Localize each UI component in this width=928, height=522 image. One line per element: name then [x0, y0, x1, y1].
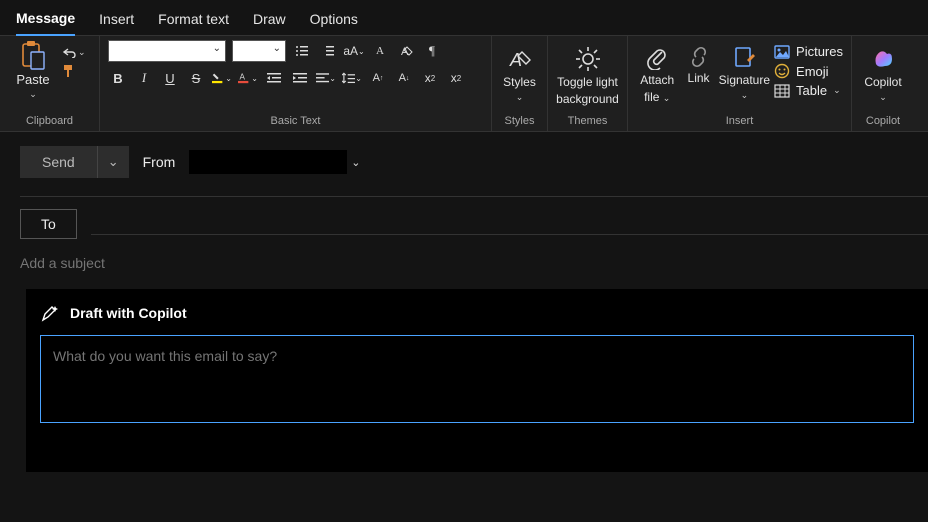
tab-options[interactable]: Options	[310, 7, 358, 35]
signature-button[interactable]: Signature ⌄	[719, 40, 770, 101]
theme-label-2: background	[556, 92, 619, 106]
group-label-styles: Styles	[500, 115, 539, 127]
emoji-button[interactable]: Emoji	[774, 63, 843, 79]
format-painter-button[interactable]	[62, 64, 86, 78]
underline-button[interactable]: U	[160, 68, 180, 88]
copilot-prompt-input[interactable]	[40, 335, 914, 423]
subscript-button[interactable]: x2	[420, 68, 440, 88]
align-button[interactable]: ⌄	[316, 68, 336, 88]
superscript-button[interactable]: x2	[446, 68, 466, 88]
paragraph-marks-button[interactable]: ¶	[422, 41, 442, 61]
send-button[interactable]: Send ⌄	[20, 146, 129, 178]
tab-message[interactable]: Message	[16, 6, 75, 36]
chevron-down-icon[interactable]: ⌄	[351, 156, 360, 169]
italic-button[interactable]: I	[134, 68, 154, 88]
font-shrink2-button[interactable]: A↓	[394, 68, 414, 88]
chevron-down-icon: ⌄	[29, 89, 37, 100]
group-label-themes: Themes	[556, 115, 619, 127]
group-label-basic-text: Basic Text	[108, 115, 483, 127]
ribbon: Paste ⌄ ⌄ Clipboard ⌄ ⌄ aA⌄	[0, 36, 928, 132]
undo-button[interactable]: ⌄	[62, 46, 86, 58]
copilot-button[interactable]: Copilot ⌄	[860, 40, 906, 103]
strikethrough-button[interactable]: S	[186, 68, 206, 88]
from-account-select[interactable]	[189, 150, 347, 174]
sun-icon	[575, 46, 601, 72]
group-copilot: Copilot ⌄ Copilot	[852, 36, 914, 131]
link-icon	[688, 46, 710, 68]
bullets-button[interactable]	[292, 41, 312, 61]
to-input[interactable]	[91, 213, 928, 235]
bold-button[interactable]: B	[108, 68, 128, 88]
compose-area: Send ⌄ From ⌄ To Draft with Copilot	[0, 132, 928, 472]
font-family-select[interactable]: ⌄	[108, 40, 226, 62]
subject-input[interactable]	[20, 255, 928, 271]
pictures-button[interactable]: Pictures	[774, 44, 843, 59]
link-button[interactable]: Link	[682, 40, 714, 85]
tab-format-text[interactable]: Format text	[158, 7, 229, 35]
pictures-icon	[774, 45, 790, 59]
font-grow-button[interactable]: A↑	[368, 68, 388, 88]
clipboard-paste-icon	[20, 40, 46, 70]
paste-button[interactable]: Paste ⌄	[8, 40, 58, 100]
group-label-copilot: Copilot	[860, 115, 906, 127]
line-spacing-button[interactable]: ⌄	[342, 68, 362, 88]
ribbon-tabs: Message Insert Format text Draw Options	[0, 0, 928, 36]
to-button[interactable]: To	[20, 209, 77, 239]
chevron-down-icon: ⌄	[516, 92, 524, 103]
group-label-clipboard: Clipboard	[8, 115, 91, 127]
table-icon	[774, 84, 790, 98]
styles-label: Styles	[503, 75, 536, 89]
pencil-sparkle-icon	[40, 303, 60, 323]
tab-draw[interactable]: Draw	[253, 7, 286, 35]
font-color-button[interactable]: A⌄	[238, 68, 258, 88]
clear-formatting-button[interactable]: A	[396, 41, 416, 61]
copilot-icon	[870, 46, 896, 72]
paperclip-icon	[646, 46, 668, 70]
theme-label-1: Toggle light	[557, 75, 618, 89]
send-split-arrow[interactable]: ⌄	[97, 146, 129, 178]
decrease-indent-button[interactable]	[264, 68, 284, 88]
group-insert: Attach file ⌄ Link Signature ⌄ Pictures	[628, 36, 852, 131]
styles-button[interactable]: A Styles ⌄	[500, 40, 539, 103]
font-size-select[interactable]: ⌄	[232, 40, 286, 62]
from-label: From	[143, 154, 176, 170]
svg-text:A: A	[239, 72, 245, 81]
group-label-insert: Insert	[636, 115, 843, 127]
signature-icon	[733, 46, 755, 70]
attach-file-button[interactable]: Attach file ⌄	[636, 40, 678, 105]
toggle-light-background-button[interactable]: Toggle light background	[556, 40, 619, 106]
increase-indent-button[interactable]	[290, 68, 310, 88]
font-shrink-button[interactable]: A	[370, 41, 390, 61]
send-label: Send	[20, 146, 97, 178]
highlight-color-button[interactable]: ⌄	[212, 68, 232, 88]
copilot-draft-panel: Draft with Copilot	[26, 289, 928, 472]
group-clipboard: Paste ⌄ ⌄ Clipboard	[0, 36, 100, 131]
tab-insert[interactable]: Insert	[99, 7, 134, 35]
copilot-panel-title: Draft with Copilot	[70, 305, 187, 321]
group-themes: Toggle light background Themes	[548, 36, 628, 131]
styles-icon: A	[507, 46, 533, 72]
group-styles: A Styles ⌄ Styles	[492, 36, 548, 131]
group-basic-text: ⌄ ⌄ aA⌄ A A ¶ B I U S ⌄ A⌄ ⌄ ⌄ A↑	[100, 36, 492, 131]
emoji-icon	[774, 63, 790, 79]
numbering-button[interactable]	[318, 41, 338, 61]
table-button[interactable]: Table ⌄	[774, 83, 843, 98]
change-case-button[interactable]: aA⌄	[344, 41, 364, 61]
paste-label: Paste	[16, 72, 49, 87]
